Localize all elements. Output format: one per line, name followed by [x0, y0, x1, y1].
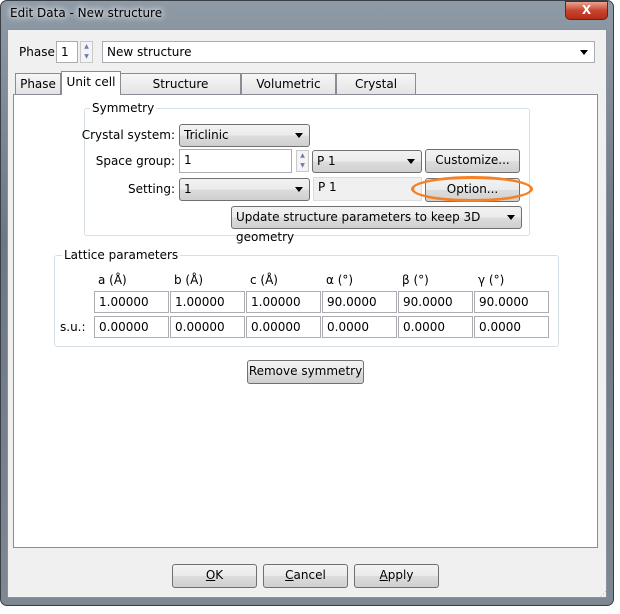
- update-mode-select[interactable]: Update structure parameters to keep 3D g…: [231, 206, 522, 244]
- crystal-system-value: Triclinic: [184, 128, 229, 142]
- tab-structure-parameters[interactable]: Structure parameters: [120, 73, 241, 111]
- space-group-spinner[interactable]: ▲ ▼: [296, 150, 309, 172]
- symmetry-title: Symmetry: [90, 101, 157, 115]
- space-group-symbol-select[interactable]: P 1: [312, 150, 422, 173]
- lattice-gamma-input[interactable]: 90.0000: [474, 291, 549, 313]
- lattice-b-su-input[interactable]: 0.00000: [170, 316, 245, 338]
- phase-number-input[interactable]: 1: [56, 41, 78, 63]
- customize-button[interactable]: Customize...: [425, 149, 520, 173]
- chevron-down-icon: [295, 133, 303, 138]
- close-button[interactable]: X: [565, 1, 608, 20]
- ok-button[interactable]: OK: [172, 564, 257, 588]
- remove-symmetry-button[interactable]: Remove symmetry: [247, 360, 364, 384]
- apply-mnemonic: A: [379, 568, 388, 582]
- crystal-system-label: Crystal system:: [81, 128, 175, 142]
- apply-button[interactable]: Apply: [354, 564, 439, 588]
- spin-down-icon[interactable]: ▼: [81, 52, 92, 62]
- lattice-gamma-su-input[interactable]: 0.0000: [474, 316, 549, 338]
- tab-volumetric-data[interactable]: Volumetric data: [241, 73, 336, 111]
- cancel-button[interactable]: Cancel: [263, 564, 348, 588]
- space-group-label: Space group:: [95, 154, 175, 168]
- lattice-beta-input[interactable]: 90.0000: [398, 291, 473, 313]
- chevron-down-icon: [580, 50, 588, 55]
- setting-label: Setting:: [127, 182, 175, 196]
- spin-down-icon[interactable]: ▼: [297, 161, 308, 171]
- ok-label: K: [215, 568, 224, 582]
- spin-up-icon[interactable]: ▲: [81, 42, 92, 52]
- apply-label: pply: [387, 568, 414, 582]
- lattice-header-gamma: γ (°): [478, 273, 505, 287]
- setting-value: 1: [184, 182, 192, 196]
- highlight-ellipse: [411, 176, 533, 202]
- setting-symbol-field: P 1: [313, 177, 422, 201]
- cancel-label: ancel: [293, 568, 326, 582]
- phase-label: Phase:: [19, 45, 59, 59]
- lattice-c-su-input[interactable]: 0.00000: [246, 316, 321, 338]
- space-group-input[interactable]: 1: [179, 149, 292, 173]
- su-label: s.u.:: [60, 320, 86, 334]
- ok-mnemonic: O: [205, 568, 216, 582]
- space-group-symbol: P 1: [317, 154, 336, 168]
- tab-crystal-shape[interactable]: Crystal shape: [336, 73, 416, 111]
- lattice-header-c: c (Å): [250, 273, 278, 287]
- lattice-header-alpha: α (°): [326, 273, 354, 287]
- tab-unit-cell[interactable]: Unit cell: [61, 71, 121, 95]
- tab-phase[interactable]: Phase: [15, 73, 61, 94]
- window-title: Edit Data - New structure: [10, 6, 163, 20]
- phase-spinner[interactable]: ▲ ▼: [80, 41, 93, 63]
- crystal-system-select[interactable]: Triclinic: [179, 124, 310, 147]
- phase-name-combo[interactable]: New structure: [102, 41, 595, 63]
- resize-grip-icon[interactable]: ⋰: [600, 590, 607, 598]
- chevron-down-icon: [407, 159, 415, 164]
- lattice-beta-su-input[interactable]: 0.0000: [398, 316, 473, 338]
- cancel-mnemonic: C: [285, 568, 294, 582]
- phase-name: New structure: [107, 45, 192, 59]
- lattice-header-a: a (Å): [98, 273, 127, 287]
- lattice-header-b: b (Å): [174, 273, 204, 287]
- lattice-title: Lattice parameters: [62, 248, 181, 262]
- lattice-header-beta: β (°): [402, 273, 429, 287]
- lattice-c-input[interactable]: 1.00000: [246, 291, 321, 313]
- chevron-down-icon: [507, 215, 515, 220]
- lattice-alpha-su-input[interactable]: 0.0000: [322, 316, 397, 338]
- lattice-b-input[interactable]: 1.00000: [170, 291, 245, 313]
- setting-select[interactable]: 1: [179, 178, 310, 201]
- lattice-alpha-input[interactable]: 90.0000: [322, 291, 397, 313]
- spin-up-icon[interactable]: ▲: [297, 151, 308, 161]
- lattice-a-input[interactable]: 1.00000: [94, 291, 169, 313]
- lattice-a-su-input[interactable]: 0.00000: [94, 316, 169, 338]
- chevron-down-icon: [295, 187, 303, 192]
